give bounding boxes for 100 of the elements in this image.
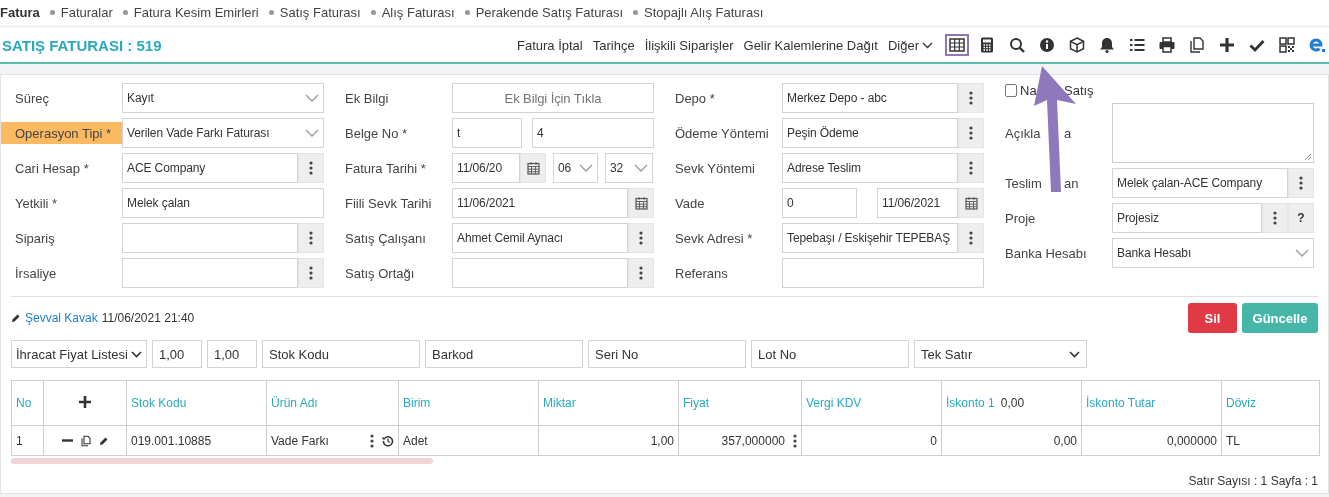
print-icon[interactable] [1159, 37, 1175, 53]
field-label: Ek Bilgi [345, 89, 390, 108]
breadcrumb-link[interactable]: Alış Faturası [381, 5, 455, 20]
calendar-button[interactable] [958, 188, 984, 218]
field-label: Vade [675, 194, 706, 213]
text-field[interactable]: 4 [532, 118, 654, 148]
bell-icon[interactable] [1100, 38, 1114, 54]
more-icon [309, 231, 313, 245]
add-icon[interactable] [1218, 36, 1236, 54]
field-label: Açıkla [1005, 125, 1042, 141]
field-label: Banka Hesabı [1005, 244, 1088, 263]
pencil-icon [11, 313, 21, 323]
breadcrumb-link[interactable]: Fatura Kesim Emirleri [133, 5, 259, 20]
text-field[interactable]: Ahmet Cemil Aynacı [452, 223, 628, 253]
pencil-icon[interactable] [98, 435, 109, 446]
column-header[interactable]: İskonto 1 0,00 [941, 380, 1082, 426]
search-icon[interactable] [1010, 38, 1025, 53]
check-icon[interactable] [1249, 40, 1265, 52]
field-label: İrsaliye [15, 264, 58, 283]
header-link[interactable]: Fatura İptal [517, 37, 583, 53]
help-button[interactable]: ? [1288, 203, 1314, 233]
text-field[interactable]: Barkod [425, 340, 583, 368]
info-icon[interactable] [1040, 38, 1054, 52]
add-icon[interactable] [79, 395, 91, 408]
header-link[interactable]: İlişkili Siparişler [644, 37, 734, 53]
text-field[interactable] [122, 223, 298, 253]
dropdown[interactable]: Kayıt [122, 83, 324, 113]
table-cell: 357,000000 [678, 425, 802, 456]
dropdown[interactable]: 32 [605, 153, 653, 183]
text-field[interactable]: ACE Company [122, 153, 298, 183]
chevron-icon [1295, 249, 1309, 257]
header-link[interactable]: Gelir Kalemlerine Dağıt [743, 37, 878, 53]
resize-handle-icon[interactable] [1304, 153, 1312, 161]
text-field[interactable]: t [452, 118, 522, 148]
text-field[interactable]: Lot No [751, 340, 909, 368]
text-field[interactable]: Peşin Ödeme [782, 118, 958, 148]
text-field[interactable]: Stok Kodu [262, 340, 420, 368]
qr-code-icon[interactable] [1279, 37, 1295, 53]
dropdown[interactable]: Tek Satır [914, 340, 1087, 368]
field-label: an [1064, 175, 1080, 191]
date-field[interactable]: 11/06/20 [452, 153, 520, 183]
field-label: Fatura Tarihi * [345, 159, 427, 178]
field-label: a [1064, 125, 1073, 141]
calendar-icon [634, 196, 648, 210]
checkbox[interactable] [1005, 84, 1017, 97]
dropdown[interactable]: 06 [553, 153, 598, 183]
scrollbar[interactable] [11, 458, 433, 464]
chevron-icon [922, 41, 933, 49]
history-icon[interactable] [382, 434, 394, 447]
copy-icon[interactable] [1190, 37, 1204, 53]
text-field[interactable] [452, 258, 628, 288]
field-label: Referans [675, 264, 729, 283]
table-cell: 1 [11, 425, 44, 456]
breadcrumb-link[interactable]: Stopajlı Alış Faturası [644, 5, 764, 20]
text-field[interactable] [782, 258, 984, 288]
text-field[interactable]: Projesiz [1112, 203, 1262, 233]
text-field[interactable]: Tepebaşı / Eskişehir TEPEBAŞ [782, 223, 958, 253]
dropdown[interactable]: Verilen Vade Farkı Faturası [122, 118, 324, 148]
calendar-icon [526, 161, 540, 175]
breadcrumb-link[interactable]: Perakende Satış Faturası [475, 5, 624, 20]
breadcrumb-link[interactable]: Faturalar [60, 5, 113, 20]
text-field[interactable]: Melek çalan [122, 188, 324, 218]
field-label: Satış Çalışanı [345, 229, 427, 248]
text-field[interactable]: Seri No [588, 340, 746, 368]
logo-icon[interactable] [1309, 38, 1325, 52]
copy-icon[interactable] [79, 434, 92, 447]
delete-button[interactable]: Sil [1188, 303, 1237, 333]
calendar-icon [964, 196, 978, 210]
field-label: Sevk Adresi * [675, 229, 754, 248]
list-icon[interactable] [1128, 38, 1146, 52]
dropdown[interactable]: Banka Hesabı [1112, 238, 1314, 268]
text-field[interactable] [122, 258, 298, 288]
calculator-icon[interactable] [981, 37, 993, 53]
more-icon [370, 433, 374, 448]
dropdown[interactable]: İhracat Fiyat Listesi [11, 340, 147, 368]
breadcrumb-link[interactable]: Satış Faturası [279, 5, 361, 20]
header-link[interactable]: Tarihçe [592, 37, 635, 53]
field-label: Sipariş [15, 229, 56, 248]
more-dropdown[interactable]: Diğer [887, 37, 933, 53]
more-icon [969, 91, 973, 105]
field-label: Operasyon Tipi * [1, 122, 122, 144]
input-field[interactable]: Ek Bilgi İçin Tıkla [452, 83, 654, 113]
breadcrumb-link[interactable]: Fatura [0, 5, 40, 20]
more-icon [1299, 176, 1303, 190]
calendar-button[interactable] [628, 188, 654, 218]
date-field[interactable]: 11/06/2021 [877, 188, 958, 218]
user-link[interactable]: Şevval Kavak [25, 311, 98, 325]
text-field[interactable]: 1,00 [207, 340, 257, 368]
text-field[interactable]: 1,00 [152, 340, 202, 368]
date-field[interactable]: 11/06/2021 [452, 188, 628, 218]
table-icon[interactable] [949, 38, 965, 52]
calendar-button[interactable] [520, 153, 546, 183]
field-label: Belge No * [345, 124, 409, 143]
text-field[interactable]: Adrese Teslim [782, 153, 958, 183]
text-field[interactable]: 0 [782, 188, 857, 218]
box-icon[interactable] [1069, 37, 1085, 53]
text-field[interactable]: Melek çalan-ACE Company [1112, 168, 1288, 198]
text-field[interactable]: Merkez Depo - abc [782, 83, 958, 113]
field-label: Cari Hesap * [15, 159, 90, 178]
chevron-icon [634, 164, 648, 172]
